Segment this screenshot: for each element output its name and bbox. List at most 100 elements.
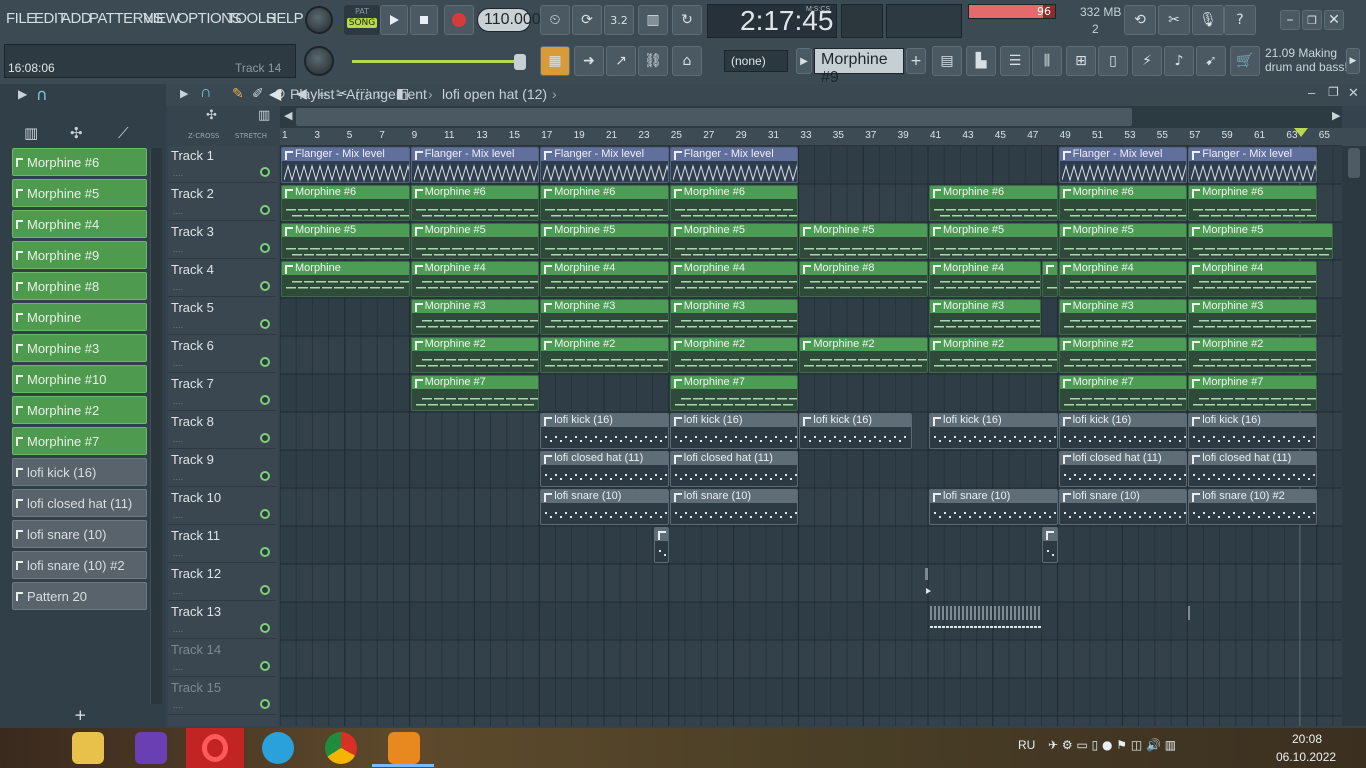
- track-grip[interactable]: ....: [173, 700, 183, 710]
- track-header[interactable]: Track 2....: [168, 184, 276, 221]
- pattern-selector[interactable]: Morphine #9: [814, 48, 904, 86]
- language-indicator[interactable]: RU: [1018, 738, 1035, 752]
- playlist-window-button[interactable]: ▤: [932, 46, 962, 76]
- loop-record-button[interactable]: ↻: [672, 5, 702, 35]
- pattern-item[interactable]: Morphine #3: [12, 334, 147, 362]
- track-grip[interactable]: ....: [173, 244, 183, 254]
- track-grip[interactable]: ....: [173, 396, 183, 406]
- stop-button[interactable]: [410, 5, 438, 35]
- track-grip[interactable]: ....: [173, 434, 183, 444]
- track-header[interactable]: Track 11....: [168, 526, 276, 563]
- master-pitch-knob[interactable]: [304, 46, 334, 76]
- pat-song-toggle[interactable]: PAT SONG: [344, 5, 380, 35]
- track-grip[interactable]: ....: [173, 548, 183, 558]
- pattern-item[interactable]: Morphine #8: [12, 272, 147, 300]
- tool-magnet-icon[interactable]: ∩: [200, 84, 212, 102]
- track-mute-led[interactable]: [260, 433, 270, 443]
- telegram-icon[interactable]: [262, 732, 294, 764]
- track-mute-led[interactable]: [260, 547, 270, 557]
- pattern-item[interactable]: Morphine #6: [12, 148, 147, 176]
- news-hint[interactable]: 21.09 Making drum and bass!: [1265, 46, 1355, 74]
- pattern-item[interactable]: lofi snare (10) #2: [12, 551, 147, 579]
- channel-rack-button[interactable]: ☰: [1000, 46, 1030, 76]
- playlist-minimize-icon[interactable]: –: [1308, 85, 1315, 100]
- track-header[interactable]: Track 12....: [168, 564, 276, 601]
- playlist-restore-icon[interactable]: ❐: [1328, 85, 1339, 99]
- pattern-item[interactable]: Morphine #7: [12, 427, 147, 455]
- overview-left-icon[interactable]: ◀: [284, 109, 292, 122]
- cut-button[interactable]: ✂: [1158, 5, 1190, 35]
- track-header[interactable]: Track 13....: [168, 602, 276, 639]
- pattern-item[interactable]: lofi kick (16): [12, 458, 147, 486]
- pattern-item[interactable]: Morphine #10: [12, 365, 147, 393]
- pattern-item[interactable]: lofi snare (10): [12, 520, 147, 548]
- track-mute-led[interactable]: [260, 395, 270, 405]
- pattern-item[interactable]: Morphine: [12, 303, 147, 331]
- opera-icon[interactable]: [186, 728, 244, 768]
- close-button[interactable]: ✕: [1324, 10, 1344, 30]
- record-button[interactable]: [444, 5, 474, 35]
- chrome-icon[interactable]: [325, 732, 357, 764]
- track-header[interactable]: Track 5....: [168, 298, 276, 335]
- track-mute-led[interactable]: [260, 205, 270, 215]
- track-header[interactable]: Track 1....: [168, 146, 276, 183]
- track-grip[interactable]: ....: [173, 510, 183, 520]
- browser-wave-icon[interactable]: ✣: [70, 124, 83, 142]
- track-header[interactable]: Track 15....: [168, 678, 276, 715]
- vscroll-thumb[interactable]: [1348, 148, 1360, 178]
- track-grip[interactable]: ....: [173, 624, 183, 634]
- add-pattern-button[interactable]: +: [906, 48, 926, 74]
- piano-roll-button[interactable]: ▙: [966, 46, 996, 76]
- stamp-button[interactable]: ↗: [606, 46, 636, 76]
- track-header[interactable]: Track 9....: [168, 450, 276, 487]
- track-header[interactable]: Track 8....: [168, 412, 276, 449]
- overview-right-icon[interactable]: ▶: [1332, 109, 1340, 122]
- track-mute-led[interactable]: [260, 281, 270, 291]
- pattern-item[interactable]: lofi closed hat (11): [12, 489, 147, 517]
- play-button[interactable]: [380, 5, 408, 35]
- browser-scrollbar[interactable]: [150, 148, 162, 704]
- track-mute-led[interactable]: [260, 243, 270, 253]
- track-mute-led[interactable]: [260, 167, 270, 177]
- arrow-button[interactable]: ➜: [574, 46, 604, 76]
- shop-button[interactable]: 🛒: [1230, 46, 1260, 76]
- link-button[interactable]: ⛓: [638, 46, 668, 76]
- pattern-arrow-button[interactable]: ▶: [796, 48, 812, 74]
- add-item-icon[interactable]: +: [74, 706, 87, 724]
- overview-scroll-thumb[interactable]: [296, 108, 1132, 126]
- playlist-grid[interactable]: Flanger - Mix level Flanger - Mix level Fl…: [280, 146, 1342, 726]
- touch-keyboard-button[interactable]: ♪: [1164, 46, 1194, 76]
- playlist-close-icon[interactable]: ✕: [1348, 85, 1359, 101]
- track-grip[interactable]: ....: [173, 472, 183, 482]
- track-wave-icon[interactable]: ✣: [206, 108, 217, 123]
- news-arrow-button[interactable]: ▶: [1346, 48, 1360, 74]
- visual-studio-icon[interactable]: [135, 732, 167, 764]
- track-mute-led[interactable]: [260, 509, 270, 519]
- send-button[interactable]: ➹: [1196, 46, 1226, 76]
- undo-history-button[interactable]: ⟲: [1124, 5, 1156, 35]
- track-grip[interactable]: ....: [173, 320, 183, 330]
- magnet-icon[interactable]: ∩: [36, 85, 48, 104]
- track-header[interactable]: Track 10....: [168, 488, 276, 525]
- track-mute-led[interactable]: [260, 661, 270, 671]
- microphone-button[interactable]: 🎙: [1192, 5, 1224, 35]
- tempo-display[interactable]: 110.000: [477, 8, 541, 32]
- track-header[interactable]: Track 3....: [168, 222, 276, 259]
- track-mute-led[interactable]: [260, 471, 270, 481]
- track-grip[interactable]: ....: [173, 168, 183, 178]
- snap-selector[interactable]: (none): [724, 50, 788, 72]
- playlist-vscrollbar[interactable]: [1342, 146, 1366, 726]
- hat-button[interactable]: ⌂: [672, 46, 702, 76]
- menu-file[interactable]: FILE: [6, 10, 36, 27]
- plugin-picker-button[interactable]: ⚡: [1132, 46, 1162, 76]
- fl-studio-icon[interactable]: [388, 732, 420, 764]
- menu-view[interactable]: VIEW: [143, 10, 180, 27]
- menu-add[interactable]: ADD: [61, 10, 92, 27]
- track-grip[interactable]: ....: [173, 358, 183, 368]
- track-header[interactable]: Track 7....: [168, 374, 276, 411]
- master-volume-knob[interactable]: [305, 6, 333, 34]
- wait-input-button[interactable]: ⟳: [572, 5, 602, 35]
- pattern-item[interactable]: Morphine #5: [12, 179, 147, 207]
- master-pitch-slider[interactable]: [352, 60, 524, 63]
- track-header[interactable]: Track 4....: [168, 260, 276, 297]
